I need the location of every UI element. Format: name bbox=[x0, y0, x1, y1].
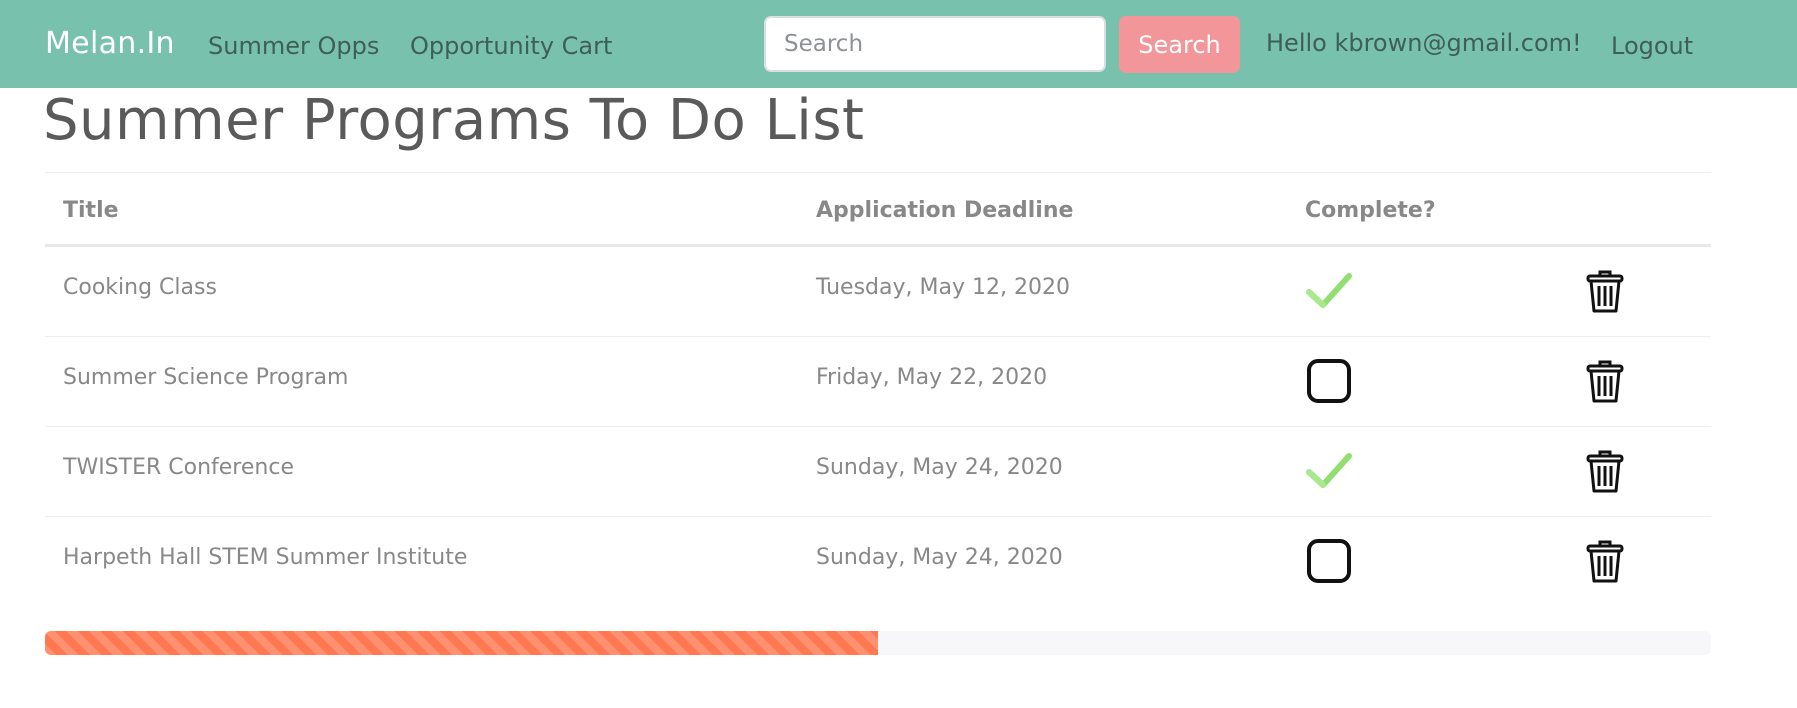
progress-bar bbox=[45, 631, 1711, 655]
row-deadline: Sunday, May 24, 2020 bbox=[816, 545, 1063, 570]
trash-icon[interactable] bbox=[1583, 356, 1627, 406]
column-header-deadline: Application Deadline bbox=[816, 198, 1074, 223]
checkbox-icon[interactable] bbox=[1305, 537, 1353, 585]
table-row: Harpeth Hall STEM Summer Institute Sunday… bbox=[45, 517, 1711, 607]
row-title: Harpeth Hall STEM Summer Institute bbox=[63, 545, 468, 570]
todo-table: Title Application Deadline Complete? Coo… bbox=[45, 172, 1711, 607]
row-deadline: Tuesday, May 12, 2020 bbox=[816, 275, 1070, 300]
column-header-title: Title bbox=[63, 198, 119, 223]
user-greeting: Hello kbrown@gmail.com! bbox=[1266, 29, 1582, 57]
row-deadline: Sunday, May 24, 2020 bbox=[816, 455, 1063, 480]
column-header-complete: Complete? bbox=[1305, 198, 1436, 223]
search-input[interactable] bbox=[764, 16, 1106, 72]
table-row: Summer Science Program Friday, May 22, 20… bbox=[45, 337, 1711, 427]
table-row: Cooking Class Tuesday, May 12, 2020 bbox=[45, 247, 1711, 337]
trash-icon[interactable] bbox=[1583, 266, 1627, 316]
row-title: Summer Science Program bbox=[63, 365, 349, 390]
table-body: Cooking Class Tuesday, May 12, 2020 Summer… bbox=[45, 247, 1711, 607]
page-title: Summer Programs To Do List bbox=[43, 88, 865, 153]
trash-icon[interactable] bbox=[1583, 446, 1627, 496]
row-title: Cooking Class bbox=[63, 275, 217, 300]
logout-link[interactable]: Logout bbox=[1611, 32, 1693, 60]
check-icon[interactable] bbox=[1305, 267, 1353, 315]
checkbox-icon[interactable] bbox=[1305, 357, 1353, 405]
nav-link-opportunity-cart[interactable]: Opportunity Cart bbox=[410, 32, 612, 60]
search-button[interactable]: Search bbox=[1119, 16, 1240, 73]
table-header-row: Title Application Deadline Complete? bbox=[45, 173, 1711, 247]
table-row: TWISTER Conference Sunday, May 24, 2020 bbox=[45, 427, 1711, 517]
brand-link[interactable]: Melan.In bbox=[45, 26, 175, 61]
row-title: TWISTER Conference bbox=[63, 455, 294, 480]
row-deadline: Friday, May 22, 2020 bbox=[816, 365, 1048, 390]
trash-icon[interactable] bbox=[1583, 536, 1627, 586]
navbar: Melan.In Summer Opps Opportunity Cart Se… bbox=[0, 0, 1797, 88]
progress-bar-fill bbox=[45, 631, 878, 655]
check-icon[interactable] bbox=[1305, 447, 1353, 495]
nav-link-summer-opps[interactable]: Summer Opps bbox=[208, 32, 379, 60]
